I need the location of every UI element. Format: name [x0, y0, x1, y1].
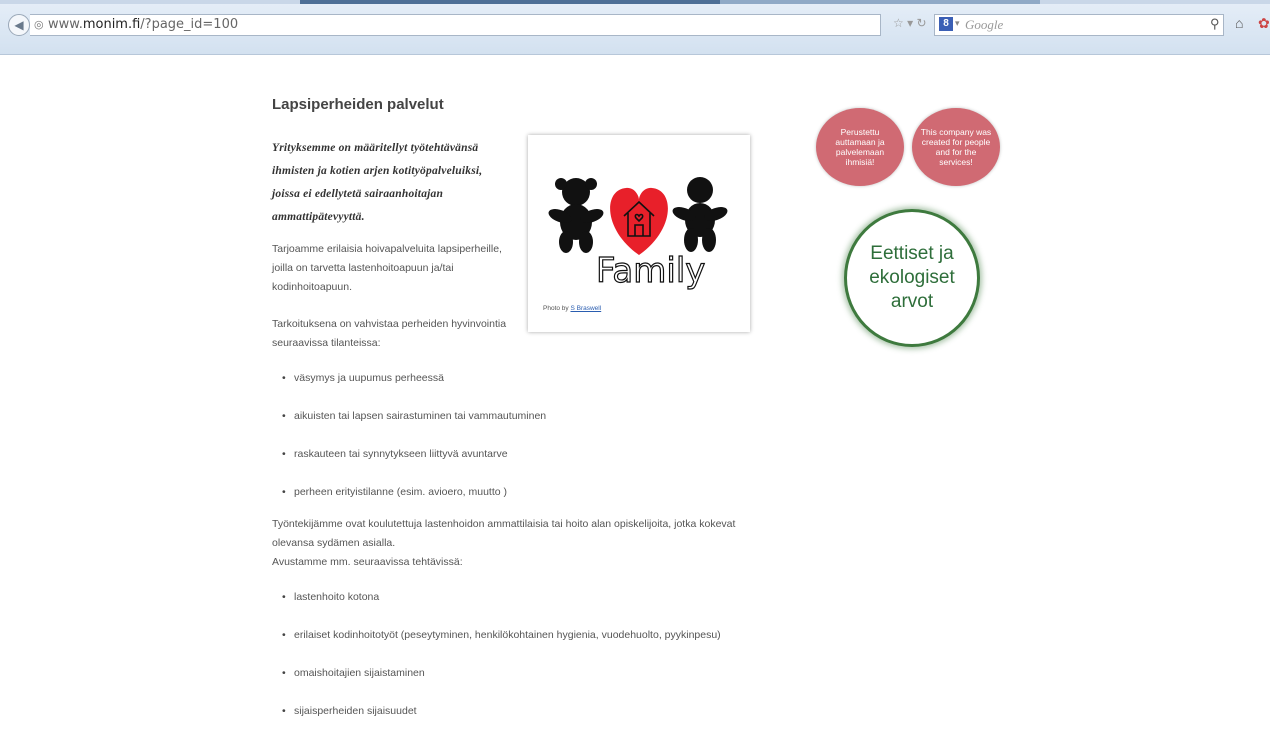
paragraph-services: Tarjoamme erilaisia hoivapalveluita laps… [272, 243, 502, 293]
values-badge-text: Eettiset ja ekologiset arvot [869, 243, 955, 312]
search-placeholder[interactable]: Google [965, 17, 1003, 33]
mission-circle-en: This company was created for people and … [912, 108, 1000, 186]
search-icon[interactable]: ⚲ [1210, 16, 1220, 32]
bookmark-star-icon[interactable]: ☆ ▾ ↻ [893, 16, 927, 30]
site-identity-icon[interactable]: ◎ [34, 18, 44, 31]
list-item: väsymys ja uupumus perheessä [280, 369, 546, 407]
paragraph-tasks-intro: Avustamme mm. seuraavissa tehtävissä: [272, 556, 463, 568]
list-item: sijaisperheiden sijaisuudet [280, 702, 750, 721]
addon-icon[interactable]: ✿ [1258, 15, 1270, 32]
girl-figure [548, 178, 604, 253]
mission-circle-fi: Perustettu auttamaan ja palvelemaan ihmi… [816, 108, 904, 186]
mission-text-en: This company was created for people and … [920, 127, 992, 167]
home-icon[interactable]: ⌂ [1235, 15, 1243, 31]
browser-toolbar: ◀ ◎ www.monim.fi/?page_id=100 ☆ ▾ ↻ 8 ▾ … [0, 4, 1270, 55]
photo-caption: Photo by S Braswell [543, 305, 602, 312]
page-title: Lapsiperheiden palvelut [272, 96, 444, 113]
tasks-list: lastenhoito kotona erilaiset kodinhoitot… [280, 588, 750, 740]
list-item: erilaiset kodinhoitotyöt (peseytyminen, … [280, 626, 750, 645]
mission-text-fi: Perustettu auttamaan ja palvelemaan ihmi… [835, 127, 885, 167]
search-bar[interactable]: 8 ▾ Google [934, 14, 1224, 36]
paragraph-purpose: Tarkoituksena on vahvistaa perheiden hyv… [272, 318, 507, 349]
family-image-card: Family Photo by S Braswell [528, 135, 750, 332]
situations-list: väsymys ja uupumus perheessä aikuisten t… [280, 369, 546, 521]
values-badge: Eettiset ja ekologiset arvot [844, 209, 980, 347]
list-item: lastenhoito kotona [280, 588, 750, 607]
family-illustration: Family [548, 177, 728, 292]
url-text[interactable]: www.monim.fi/?page_id=100 [48, 17, 238, 32]
intro-text: Yrityksemme on määritellyt työtehtävänsä… [272, 142, 483, 223]
chevron-down-icon[interactable]: ▾ [955, 18, 960, 29]
list-item: raskauteen tai synnytykseen liittyvä avu… [280, 445, 546, 483]
reload-icon: ↻ [916, 16, 927, 30]
search-engine-icon[interactable]: 8 [939, 17, 953, 31]
photo-credit-link[interactable]: S Braswell [570, 305, 601, 312]
paragraph-staff: Työntekijämme ovat koulutettuja lastenho… [272, 515, 752, 572]
list-item: omaishoitajien sijaistaminen [280, 664, 750, 683]
list-item: aikuisten tai lapsen sairastuminen tai v… [280, 407, 546, 445]
family-word: Family [596, 251, 705, 291]
paragraph-staff-line: Työntekijämme ovat koulutettuja lastenho… [272, 518, 736, 549]
address-bar[interactable]: ◎ www.monim.fi/?page_id=100 [30, 14, 881, 36]
back-arrow-icon[interactable]: ◀ [8, 14, 30, 36]
boy-figure [672, 177, 728, 252]
